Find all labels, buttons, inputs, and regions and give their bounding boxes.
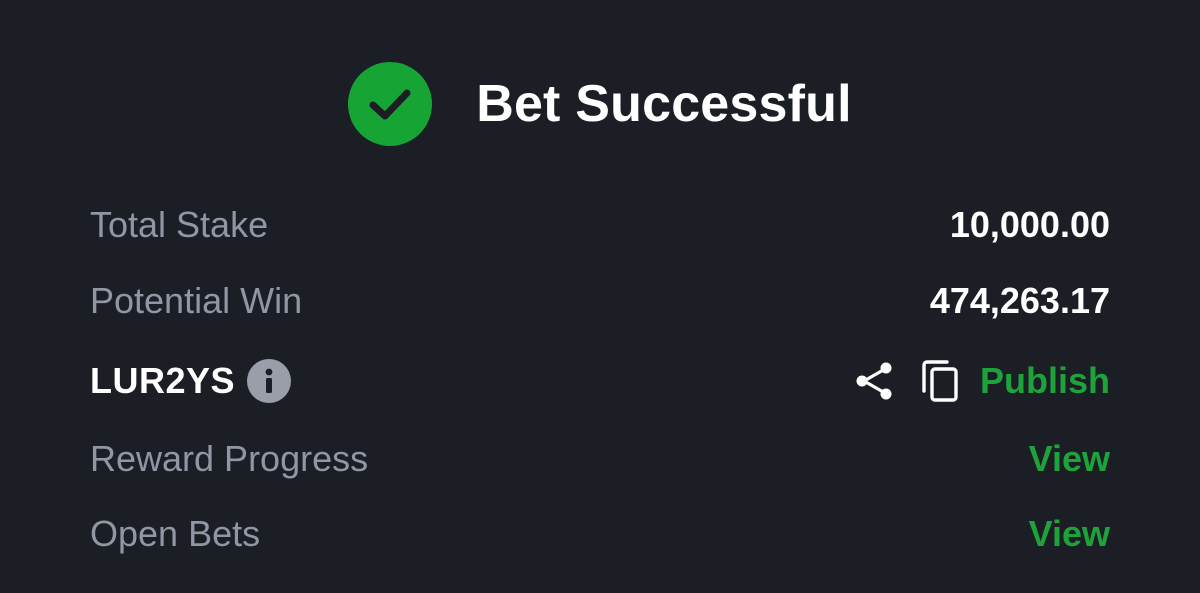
reward-progress-label: Reward Progress <box>90 438 369 479</box>
copy-icon[interactable] <box>920 359 962 403</box>
booking-code: LUR2YS <box>90 360 236 401</box>
bet-success-header: Bet Successful <box>0 58 1200 150</box>
share-icon[interactable] <box>852 359 896 403</box>
reward-progress-view-link[interactable]: View <box>1029 438 1110 480</box>
reward-progress-row: Reward Progress View <box>90 434 1110 484</box>
booking-code-group: LUR2YS <box>90 359 292 403</box>
total-stake-label: Total Stake <box>90 204 269 245</box>
open-bets-label: Open Bets <box>90 513 261 554</box>
open-bets-view-link[interactable]: View <box>1029 513 1110 555</box>
page-title: Bet Successful <box>476 75 852 133</box>
info-icon[interactable] <box>247 359 292 403</box>
potential-win-label: Potential Win <box>90 280 303 321</box>
booking-code-row: LUR2YS Publish <box>90 356 1110 406</box>
open-bets-row: Open Bets View <box>90 509 1110 559</box>
check-circle-icon <box>348 62 433 146</box>
booking-actions: Publish <box>852 359 1110 403</box>
total-stake-value: 10,000.00 <box>949 204 1110 245</box>
potential-win-row: Potential Win 474,263.17 <box>90 276 1110 326</box>
publish-button[interactable]: Publish <box>980 360 1110 402</box>
potential-win-value: 474,263.17 <box>929 280 1110 321</box>
total-stake-row: Total Stake 10,000.00 <box>90 200 1110 250</box>
